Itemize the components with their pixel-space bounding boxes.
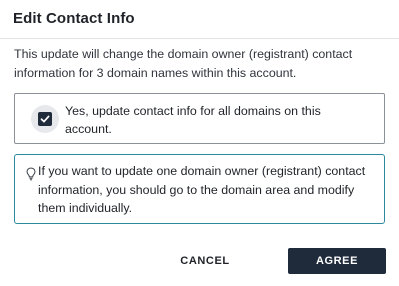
confirm-checkbox-container[interactable]: Yes, update contact info for all domains… xyxy=(14,93,385,144)
edit-contact-dialog: Edit Contact Info This update will chang… xyxy=(0,0,399,286)
title-divider xyxy=(0,38,399,39)
info-notice: If you want to update one domain owner (… xyxy=(14,154,385,224)
dialog-title: Edit Contact Info xyxy=(13,10,135,27)
confirm-checkbox[interactable] xyxy=(38,112,52,126)
confirm-checkbox-label[interactable]: Yes, update contact info for all domains… xyxy=(65,102,365,138)
dialog-description: This update will change the domain owner… xyxy=(14,47,353,80)
agree-button[interactable]: AGREE xyxy=(288,248,386,274)
checkbox-focus-ring xyxy=(31,105,59,133)
check-icon xyxy=(40,115,50,123)
info-notice-text: If you want to update one domain owner (… xyxy=(38,164,366,215)
cancel-button[interactable]: CANCEL xyxy=(165,248,245,274)
lightbulb-icon xyxy=(26,167,36,186)
